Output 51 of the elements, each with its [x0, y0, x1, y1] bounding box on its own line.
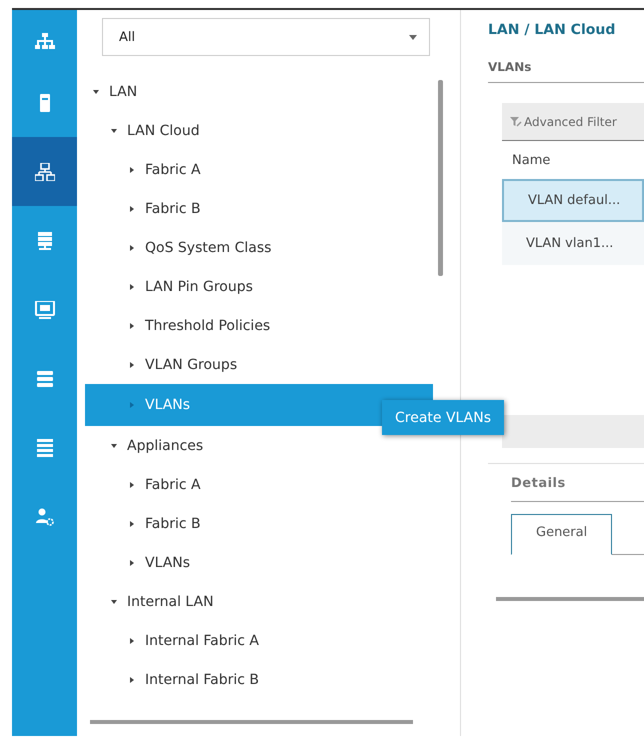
caret-down-icon: [111, 598, 117, 604]
lan-icon: [34, 162, 54, 180]
tree-item[interactable]: LAN Cloud: [85, 111, 433, 150]
tree-item[interactable]: Fabric B: [85, 189, 433, 228]
network-icon: [34, 32, 54, 50]
scrollbar[interactable]: [90, 720, 413, 724]
filter-icon: [510, 116, 522, 126]
details-title: Details: [511, 476, 644, 502]
tree-item[interactable]: QoS System Class: [85, 228, 433, 267]
scrollbar[interactable]: [438, 80, 443, 276]
caret-right-icon: [129, 520, 135, 526]
advanced-filter-button[interactable]: Advanced Filter: [510, 114, 617, 128]
stack-icon: [34, 370, 54, 388]
caret-right-icon: [129, 284, 135, 290]
caret-right-icon: [129, 402, 135, 408]
tree-item[interactable]: Fabric A: [85, 465, 433, 504]
column-header[interactable]: Name: [512, 152, 550, 168]
tab[interactable]: General: [511, 514, 612, 555]
caret-down-icon: [93, 88, 99, 94]
breadcrumb[interactable]: LAN / LAN Cloud: [488, 22, 644, 38]
tree-item[interactable]: Internal Fabric B: [85, 660, 433, 699]
table-row[interactable]: VLAN defaul...: [502, 179, 644, 222]
tree-item[interactable]: Threshold Policies: [85, 306, 433, 345]
tree-item[interactable]: VLAN Groups: [85, 345, 433, 384]
user-gear-icon: [34, 508, 54, 526]
section-title: VLANs: [488, 60, 644, 83]
caret-right-icon: [129, 676, 135, 682]
caret-right-icon: [129, 482, 135, 488]
filter-dropdown[interactable]: All: [102, 18, 430, 56]
caret-right-icon: [129, 560, 135, 566]
monitor-icon: [34, 300, 54, 318]
tree-item[interactable]: Internal LAN: [85, 582, 433, 621]
caret-right-icon: [129, 322, 135, 328]
nav-button[interactable]: [12, 137, 77, 206]
scrollbar[interactable]: [496, 597, 644, 601]
tree-item[interactable]: VLANs: [85, 543, 433, 582]
caret-down-icon: [111, 128, 117, 134]
tree-item[interactable]: Fabric A: [85, 150, 433, 189]
tree-item[interactable]: Internal Fabric A: [85, 621, 433, 660]
caret-right-icon: [129, 362, 135, 368]
caret-right-icon: [129, 244, 135, 250]
caret-icon: [409, 34, 417, 40]
caret-right-icon: [129, 206, 135, 212]
list-icon: [34, 438, 54, 456]
tree-item[interactable]: LAN: [85, 72, 433, 111]
caret-down-icon: [111, 442, 117, 448]
tree-item[interactable]: Fabric B: [85, 504, 433, 543]
tree-item[interactable]: LAN Pin Groups: [85, 267, 433, 306]
table-row[interactable]: VLAN vlan1...: [502, 222, 644, 265]
caret-right-icon: [129, 638, 135, 644]
caret-right-icon: [129, 166, 135, 172]
